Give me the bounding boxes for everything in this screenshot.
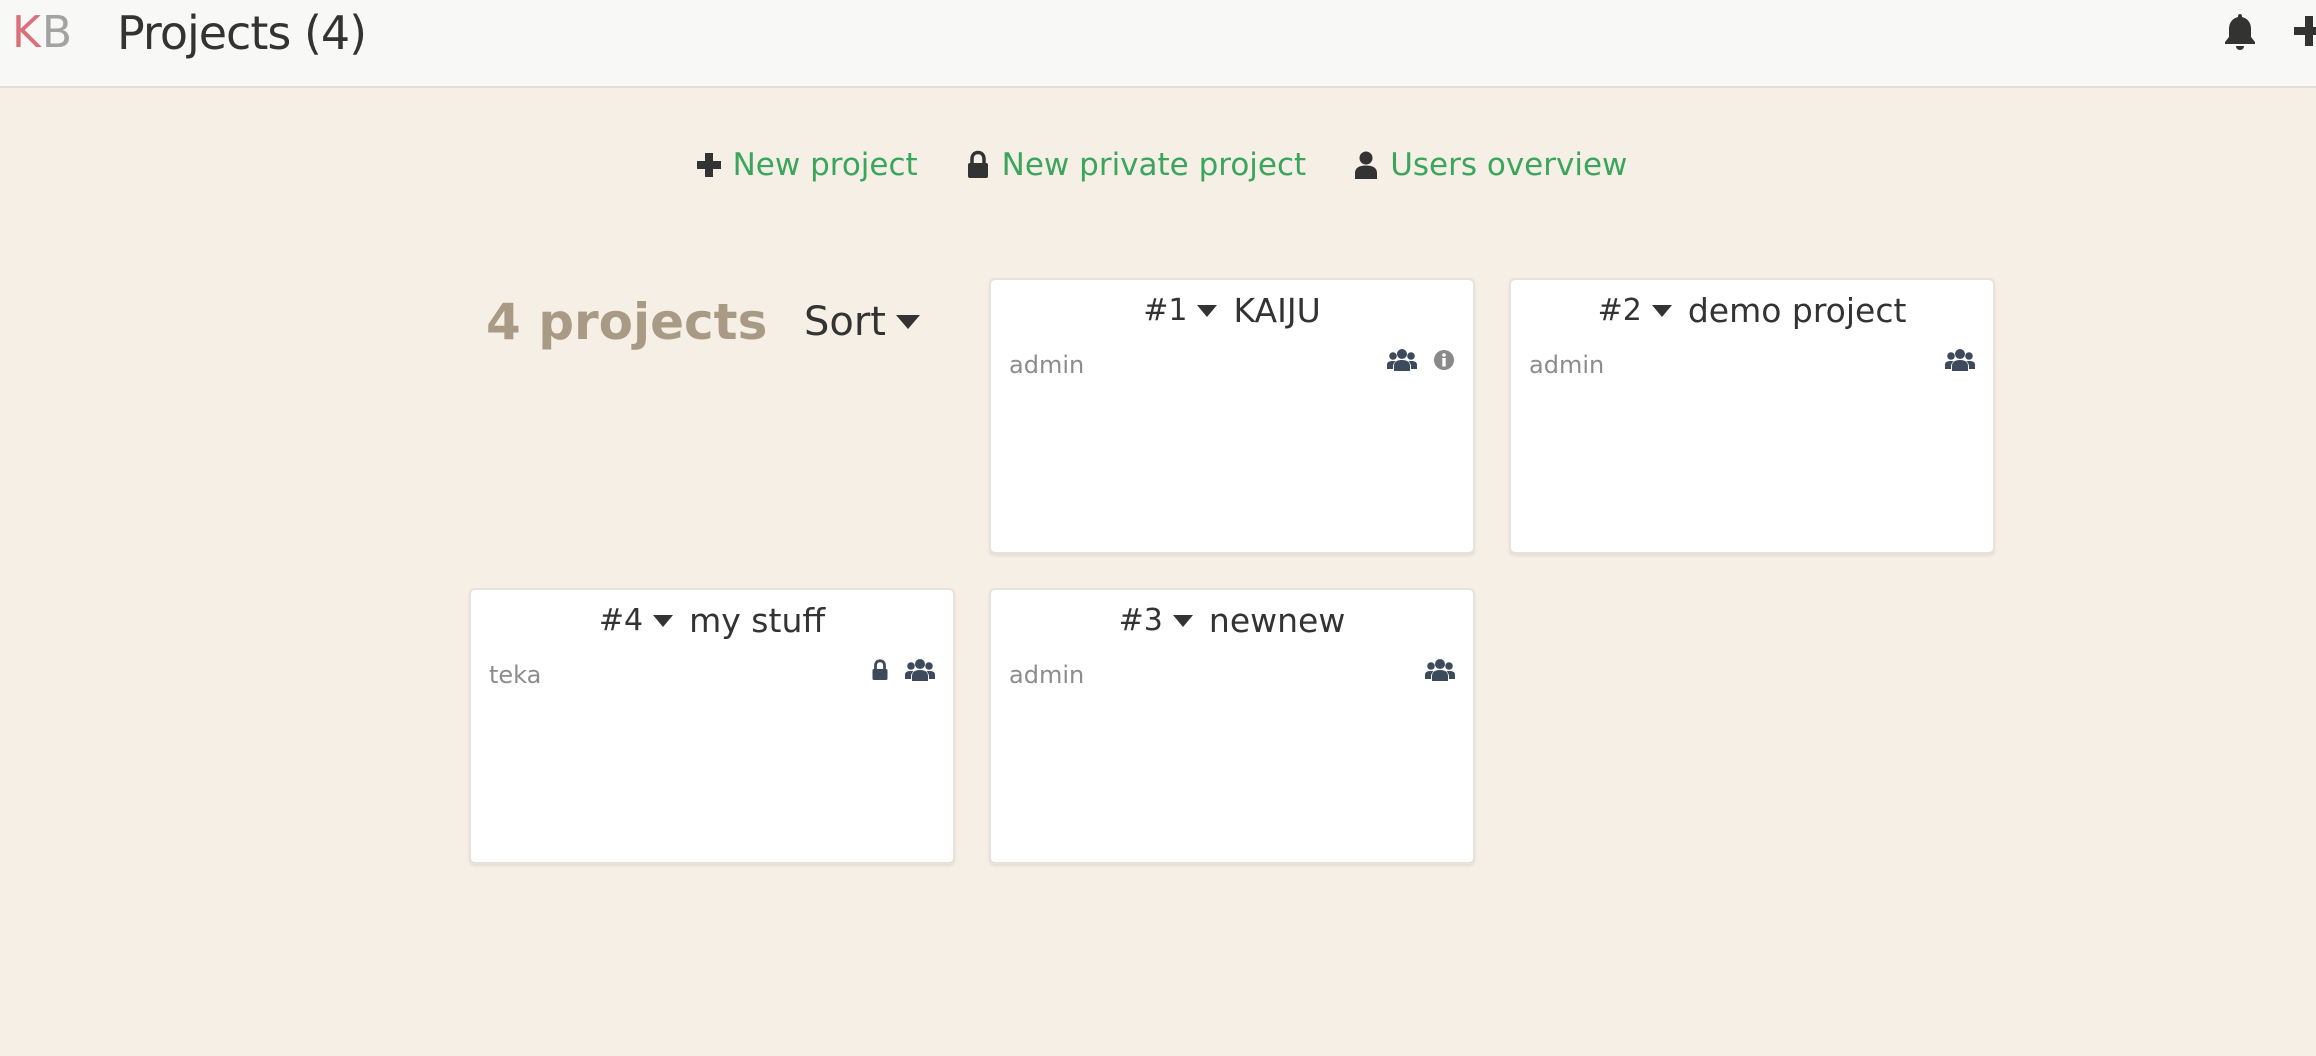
project-owner: admin: [1009, 661, 1085, 689]
project-name[interactable]: demo project: [1688, 290, 1907, 332]
users-overview-label: Users overview: [1390, 147, 1628, 183]
page-title: Projects (4): [117, 6, 367, 60]
top-header: KB Projects (4): [0, 0, 2316, 88]
project-count: 4 projects: [486, 293, 768, 351]
project-owner: admin: [1529, 351, 1605, 379]
project-icons: [871, 658, 935, 682]
users-icon[interactable]: [1945, 348, 1975, 372]
project-name[interactable]: my stuff: [689, 600, 825, 642]
project-number[interactable]: #2: [1598, 290, 1642, 332]
users-icon[interactable]: [1425, 658, 1455, 682]
new-private-project-label: New private project: [1001, 147, 1307, 183]
logo-letter-b: B: [41, 7, 74, 58]
project-number[interactable]: #1: [1143, 290, 1187, 332]
lock-icon: [967, 150, 988, 178]
info-icon[interactable]: [1433, 349, 1455, 371]
users-icon[interactable]: [1387, 348, 1417, 372]
project-owner: teka: [489, 661, 542, 689]
plus-icon[interactable]: [2292, 14, 2316, 48]
action-links: New project New private project Users ov…: [0, 140, 2316, 190]
project-owner: admin: [1009, 351, 1085, 379]
project-number[interactable]: #3: [1119, 600, 1163, 642]
project-title: #1 KAIJU: [991, 290, 1473, 332]
caret-down-icon: [896, 315, 920, 329]
plus-icon: [696, 153, 721, 177]
project-title: #2 demo project: [1511, 290, 1993, 332]
new-project-link[interactable]: New project: [695, 145, 918, 185]
project-card[interactable]: #4 my stuff teka: [469, 588, 955, 864]
caret-down-icon[interactable]: [1651, 305, 1672, 317]
new-project-label: New project: [732, 147, 918, 183]
project-card[interactable]: #3 newnew admin: [989, 588, 1475, 864]
logo-letter-k: K: [12, 7, 42, 58]
project-icons: [1387, 348, 1455, 372]
project-name[interactable]: KAIJU: [1233, 290, 1320, 332]
project-name[interactable]: newnew: [1209, 600, 1345, 642]
project-title: #3 newnew: [991, 600, 1473, 642]
users-icon[interactable]: [905, 658, 935, 682]
caret-down-icon[interactable]: [653, 615, 674, 627]
project-icons: [1425, 658, 1455, 682]
lock-icon[interactable]: [871, 659, 889, 681]
sort-label: Sort: [804, 299, 886, 345]
sort-dropdown[interactable]: Sort: [804, 294, 920, 350]
user-icon: [1355, 151, 1378, 179]
project-card[interactable]: #2 demo project admin: [1509, 278, 1995, 554]
caret-down-icon[interactable]: [1172, 615, 1193, 627]
project-card[interactable]: #1 KAIJU admin: [989, 278, 1475, 554]
project-title: #4 my stuff: [471, 600, 953, 642]
new-private-project-link[interactable]: New private project: [964, 145, 1307, 185]
logo[interactable]: KB: [12, 8, 73, 58]
project-number[interactable]: #4: [599, 600, 643, 642]
bell-icon[interactable]: [2222, 12, 2258, 50]
caret-down-icon[interactable]: [1197, 305, 1218, 317]
users-overview-link[interactable]: Users overview: [1352, 145, 1627, 185]
project-icons: [1945, 348, 1975, 372]
